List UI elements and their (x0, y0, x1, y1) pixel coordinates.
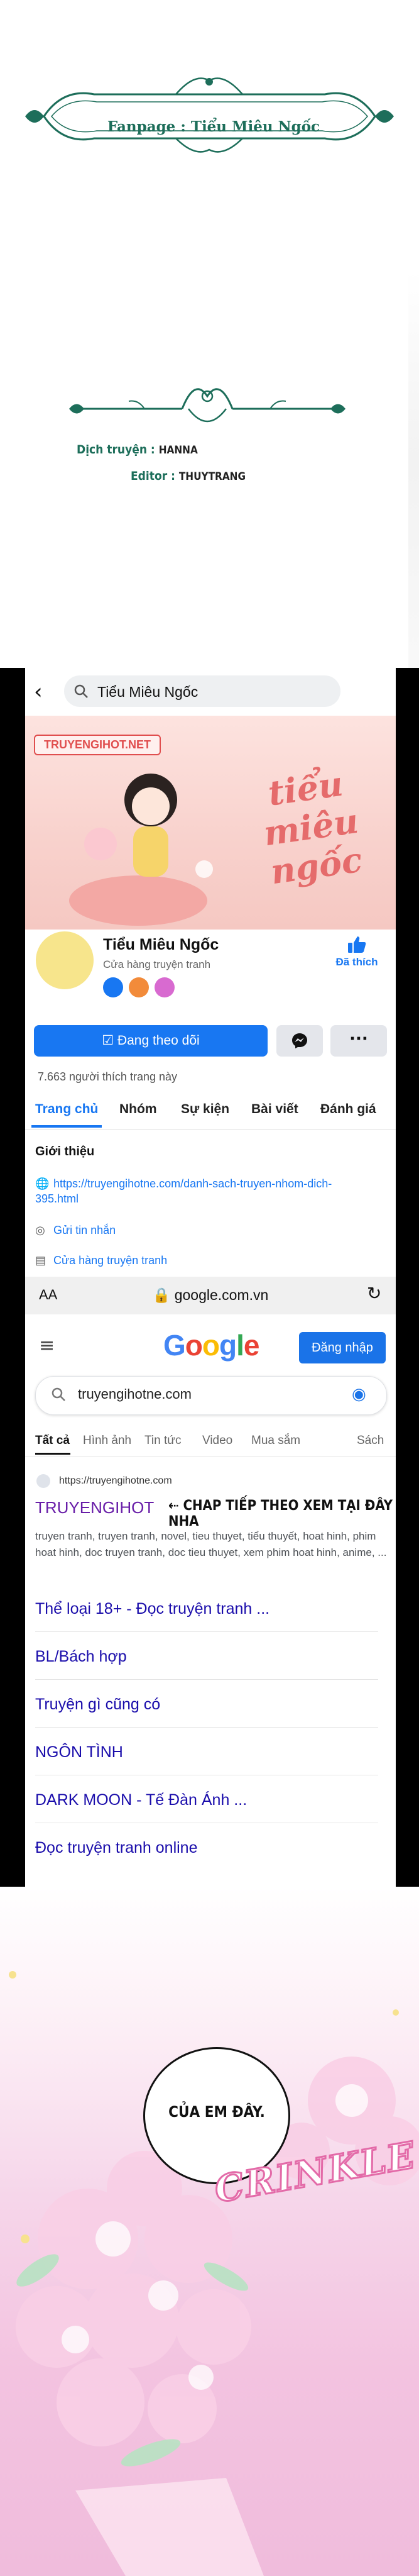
liked-label[interactable]: Đã thích (332, 956, 382, 969)
reload-icon[interactable]: ↻ (367, 1283, 381, 1304)
result-title-link[interactable]: TRUYENGIHOT (35, 1498, 154, 1518)
intro-heading: Giới thiệu (35, 1145, 95, 1158)
result-next-chapter-note: ⇠ CHAP TIẾP THEO XEM TẠI ĐÂY NHA (168, 1498, 393, 1530)
messenger-icon: ◎ (35, 1224, 45, 1236)
thumbs-up-icon[interactable] (347, 935, 367, 955)
active-tab-indicator (31, 1125, 102, 1128)
result-favicon-icon (36, 1474, 50, 1488)
cover-title-logo: tiểu miêu ngốc (261, 763, 365, 892)
page-avatar[interactable] (34, 930, 95, 991)
sign-in-button[interactable]: Đăng nhập (299, 1332, 386, 1363)
sitelink-bl[interactable]: BL/Bách hợp (35, 1648, 374, 1666)
credit-editor: Editor : THUYTRANG (131, 469, 246, 483)
sitelink-read-online[interactable]: Đọc truyện tranh online (35, 1839, 374, 1857)
flower-bouquet-illustration (9, 1971, 419, 2576)
google-tab-news[interactable]: Tin tức (144, 1434, 181, 1448)
credit-editor-label: Editor : (131, 469, 175, 483)
phone-screen: ‹ Tiểu Miêu Ngốc TRUYENGIHOT.NET tiểu mi… (25, 668, 396, 1887)
badge-orange-icon[interactable] (129, 977, 150, 997)
back-arrow-icon[interactable]: ‹ (34, 679, 43, 704)
intro-website-row[interactable]: 🌐 https://truyengihotne.com/danh-sach-tr… (35, 1176, 374, 1206)
lock-icon: 🔒 (152, 1287, 171, 1303)
intro-category-row[interactable]: ▤ Cửa hàng truyện tranh (35, 1254, 167, 1267)
tab-posts[interactable]: Bài viết (251, 1102, 298, 1117)
google-lens-icon[interactable]: ◉ (352, 1385, 366, 1404)
sitelink-18plus[interactable]: Thể loại 18+ - Đọc truyện tranh ... (35, 1600, 374, 1618)
reader-aa-button[interactable]: AA (39, 1287, 57, 1303)
credit-editor-value: THUYTRANG (178, 470, 246, 483)
fanpage-ornament-frame (25, 77, 394, 153)
address-url[interactable]: 🔒 google.com.vn (126, 1287, 295, 1304)
shop-icon: ▤ (35, 1254, 46, 1267)
google-search-icon (52, 1387, 65, 1401)
google-tab-images[interactable]: Hình ảnh (83, 1434, 131, 1448)
following-button[interactable]: ☑ Đang theo dõi (34, 1025, 268, 1057)
page-name: Tiểu Miêu Ngốc (103, 936, 219, 953)
tab-groups[interactable]: Nhóm (119, 1102, 157, 1117)
google-tab-video[interactable]: Video (202, 1434, 232, 1448)
messenger-icon (292, 1033, 307, 1048)
tab-home[interactable]: Trang chủ (35, 1102, 98, 1117)
credit-translator: Dịch truyện : HANNA (77, 443, 198, 457)
intro-message-row[interactable]: ◎ Gửi tin nhắn (35, 1224, 116, 1237)
sitelink-romance[interactable]: NGÔN TÌNH (35, 1743, 374, 1762)
sitelink-divider (35, 1727, 378, 1728)
intro-website-link[interactable]: https://truyengihotne.com/danh-sach-truy… (35, 1177, 332, 1205)
cover-site-badge: TRUYENGIHOT.NET (34, 735, 161, 755)
address-url-text: google.com.vn (174, 1287, 269, 1303)
sitelink-divider (35, 1631, 378, 1632)
facebook-search-text: Tiểu Miêu Ngốc (97, 684, 199, 700)
badge-purple-icon[interactable] (155, 977, 175, 997)
speech-bubble-text: CỦA EM ĐÂY. (168, 2103, 265, 2121)
result-snippet: truyen tranh, truyen tranh, novel, tieu … (35, 1530, 387, 1558)
following-check-icon: ☑ (102, 1033, 114, 1048)
result-source-url[interactable]: https://truyengihotne.com (59, 1475, 172, 1487)
tab-reviews[interactable]: Đánh giá (320, 1102, 376, 1117)
ornamental-divider (69, 388, 346, 423)
following-button-label: Đang theo dõi (117, 1033, 200, 1048)
intro-category-link[interactable]: Cửa hàng truyện tranh (53, 1254, 167, 1267)
cover-girl-illustration (69, 774, 213, 926)
page-category: Cửa hàng truyện tranh (103, 958, 211, 970)
intro-message-link[interactable]: Gửi tin nhắn (53, 1224, 116, 1236)
messenger-button[interactable] (276, 1025, 323, 1057)
more-options-button[interactable]: ··· (330, 1025, 387, 1057)
page-badges (103, 977, 177, 1000)
credit-translator-value: HANNA (158, 444, 198, 457)
search-icon (74, 684, 88, 698)
page-likes-count: 7.663 người thích trang này (38, 1070, 177, 1083)
globe-icon: 🌐 (35, 1177, 50, 1190)
google-tab-all[interactable]: Tất cả (35, 1434, 70, 1448)
google-logo: Google (163, 1329, 259, 1362)
google-active-tab-indicator (35, 1453, 70, 1455)
credit-translator-label: Dịch truyện : (77, 443, 155, 457)
badge-search-icon[interactable] (103, 977, 123, 997)
hamburger-menu-icon[interactable]: ≡ (39, 1335, 55, 1357)
sitelink-divider (35, 1679, 378, 1680)
google-search-query: truyengihotne.com (78, 1386, 192, 1402)
page-tabs: Trang chủ Nhóm Sự kiện Bài viết Đánh giá (25, 1091, 396, 1130)
google-tab-books[interactable]: Sách (357, 1434, 384, 1448)
tab-events[interactable]: Sự kiện (181, 1102, 229, 1117)
google-tab-shopping[interactable]: Mua sắm (251, 1434, 300, 1448)
sitelink-everything[interactable]: Truyện gì cũng có (35, 1696, 374, 1714)
sitelink-dark-moon[interactable]: DARK MOON - Tế Đàn Ánh ... (35, 1791, 374, 1809)
fanpage-label: Fanpage : Tiểu Miêu Ngốc (107, 118, 320, 135)
